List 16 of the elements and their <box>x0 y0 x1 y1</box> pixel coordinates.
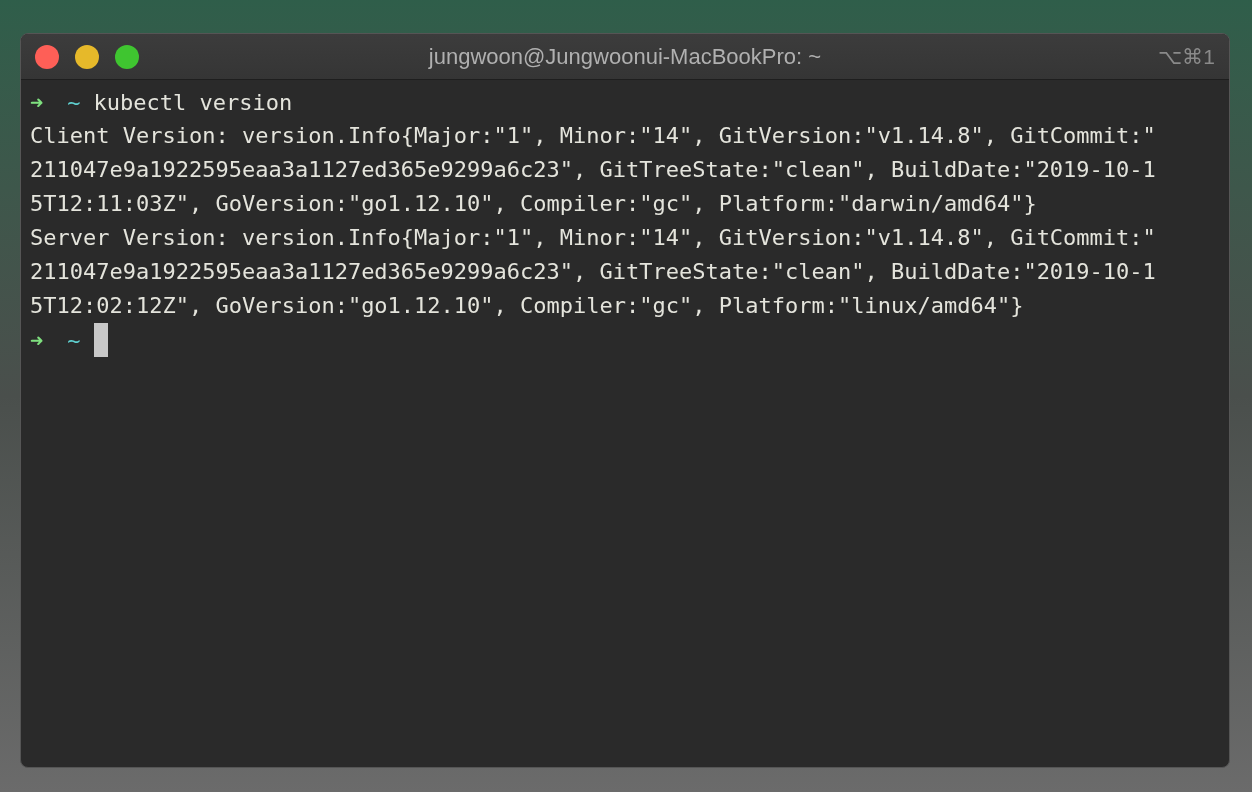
output-line: 211047e9a1922595eaa3a1127ed365e9299a6c23", GitTreeState:"clean", BuildDate:"2019-10-1 <box>30 156 1156 184</box>
minimize-button[interactable] <box>75 44 99 69</box>
prompt-directory: ~ <box>67 88 81 117</box>
prompt-arrow: ➜ <box>30 88 44 117</box>
maximize-button[interactable] <box>115 44 139 69</box>
output-line: 5T12:02:12Z", GoVersion:"go1.12.10", Compiler:"gc", Platform:"linux/amd64"} <box>30 292 1024 320</box>
prompt-arrow: ➜ <box>30 326 44 355</box>
prompt-directory: ~ <box>67 326 81 355</box>
tab-shortcut: ⌥⌘1 <box>1158 43 1215 70</box>
output-line: 211047e9a1922595eaa3a1127ed365e9299a6c23", GitTreeState:"clean", BuildDate:"2019-10-1 <box>30 258 1156 286</box>
output-line: Client Version: version.Info{Major:"1", Minor:"14", GitVersion:"v1.14.8", GitCommit:" <box>30 122 1156 150</box>
command-text: kubectl version <box>93 88 293 117</box>
close-button[interactable] <box>35 44 59 69</box>
output-line: 5T12:11:03Z", GoVersion:"go1.12.10", Compiler:"gc", Platform:"darwin/amd64"} <box>30 190 1037 218</box>
output-line: Server Version: version.Info{Major:"1", Minor:"14", GitVersion:"v1.14.8", GitCommit:" <box>30 224 1156 252</box>
window-title: jungwoon@Jungwoonui-MacBookPro: ~ <box>428 43 822 71</box>
